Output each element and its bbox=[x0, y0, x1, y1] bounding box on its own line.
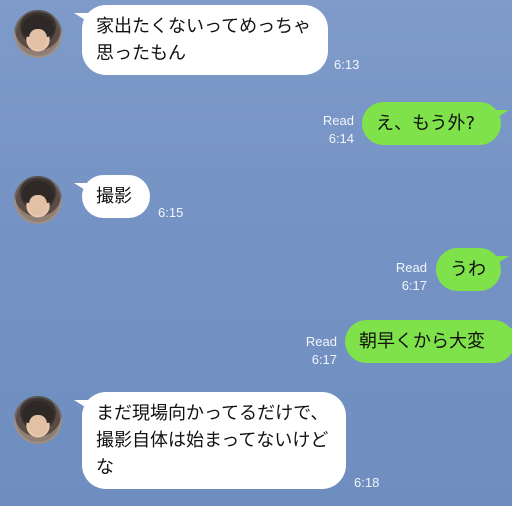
outgoing-message-bubble[interactable]: 朝早くから大変 bbox=[345, 320, 512, 363]
avatar-face bbox=[29, 195, 47, 215]
avatar-face bbox=[29, 415, 47, 435]
incoming-message-bubble[interactable]: 家出たくないってめっちゃ 思ったもん bbox=[74, 5, 328, 75]
message-time: 6:17 bbox=[311, 352, 337, 367]
message-time: 6:18 bbox=[354, 475, 380, 490]
outgoing-message-bubble[interactable]: うわ bbox=[436, 248, 509, 291]
read-receipt: Read bbox=[322, 113, 354, 128]
chat-thread[interactable]: 家出たくないってめっちゃ 思ったもん 6:13 Read 6:14 え、もう外?… bbox=[0, 0, 512, 506]
contact-avatar[interactable] bbox=[14, 396, 62, 444]
incoming-message-bubble[interactable]: 撮影 bbox=[74, 175, 150, 218]
read-receipt: Read bbox=[305, 334, 337, 349]
avatar-face bbox=[29, 29, 47, 49]
message-time: 6:15 bbox=[158, 205, 184, 220]
message-time: 6:14 bbox=[328, 131, 354, 146]
incoming-message-bubble[interactable]: まだ現場向かってるだけで、 撮影自体は始まってないけど な bbox=[74, 392, 346, 489]
message-time: 6:13 bbox=[334, 57, 360, 72]
message-time: 6:17 bbox=[401, 278, 427, 293]
read-receipt: Read bbox=[395, 260, 427, 275]
contact-avatar[interactable] bbox=[14, 10, 62, 58]
outgoing-message-bubble[interactable]: え、もう外? bbox=[362, 102, 509, 145]
contact-avatar[interactable] bbox=[14, 176, 62, 224]
